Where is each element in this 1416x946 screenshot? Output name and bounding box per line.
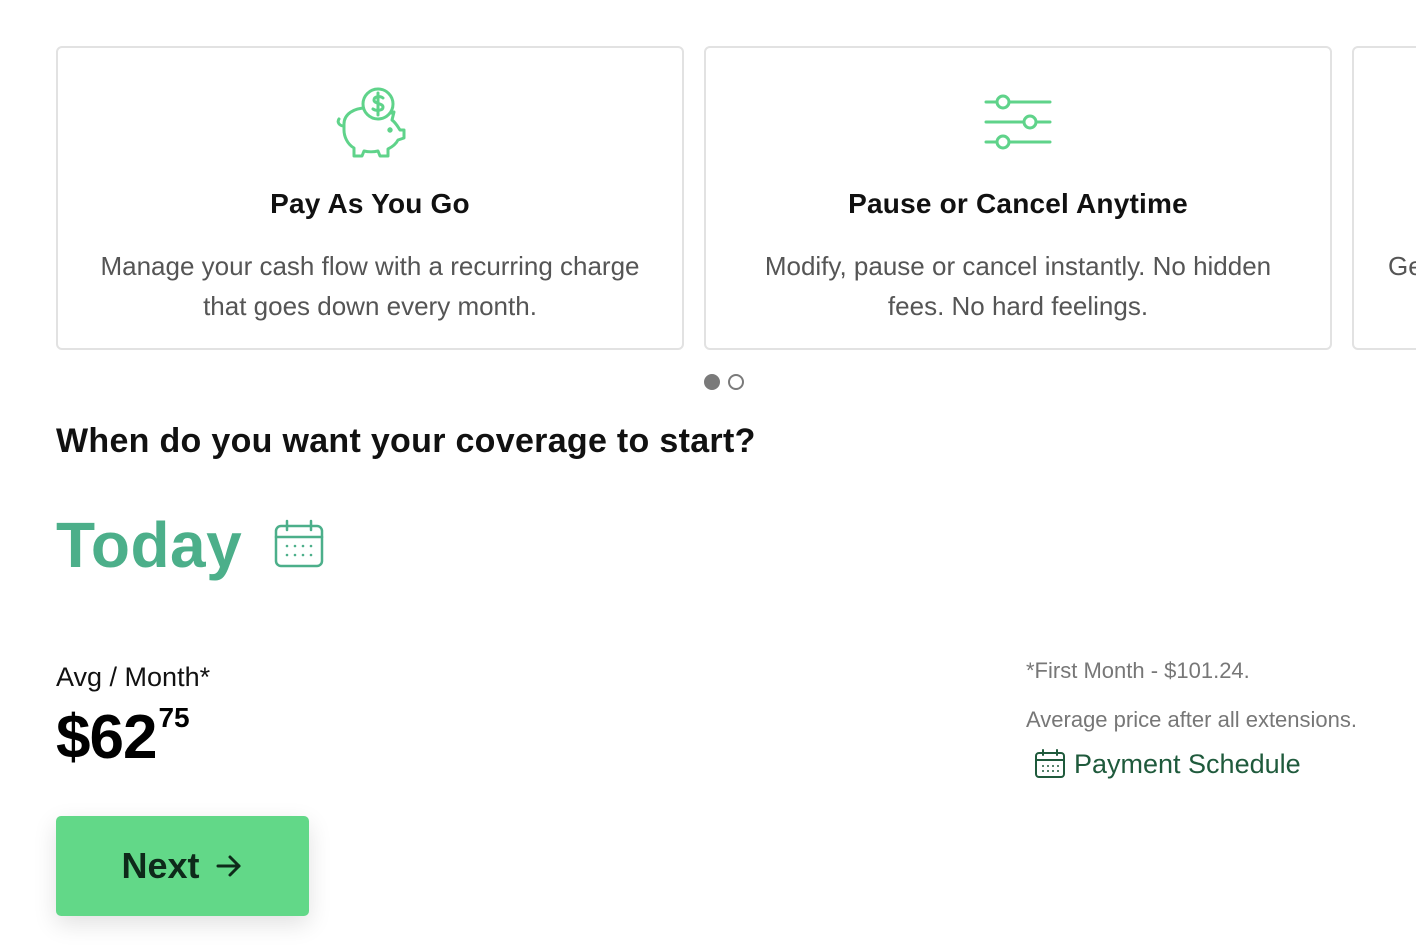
feature-card-partial: Ge (1352, 46, 1416, 350)
carousel-dot-1[interactable] (704, 374, 720, 390)
next-button-label: Next (121, 845, 200, 886)
feature-carousel[interactable]: Pay As You Go Manage your cash flow with… (0, 0, 1416, 360)
payment-schedule-label: Payment Schedule (1074, 748, 1301, 779)
feature-card-pause-cancel: Pause or Cancel Anytime Modify, pause or… (704, 46, 1332, 350)
arrow-right-icon (216, 855, 241, 877)
average-price-note: Average price after all extensions. (1026, 707, 1357, 732)
first-month-note: *First Month - $101.24. (1026, 658, 1250, 683)
start-date-picker[interactable]: Today (56, 508, 326, 582)
sliders-icon (984, 94, 1052, 150)
calendar-icon (1035, 749, 1065, 778)
piggy-bank-icon (336, 87, 406, 158)
card-description: Manage your cash flow with a recurring c… (100, 251, 640, 321)
card-description: Modify, pause or cancel instantly. No hi… (764, 251, 1272, 321)
price-dollars: $62 (56, 703, 157, 772)
monthly-price: $62 75 (56, 700, 190, 776)
carousel-pagination (704, 374, 744, 390)
calendar-icon[interactable] (272, 518, 326, 572)
carousel-dot-2[interactable] (728, 374, 744, 390)
avg-month-label: Avg / Month* (56, 662, 211, 692)
card-description: Ge (1388, 251, 1416, 281)
card-title: Pay As You Go (270, 188, 470, 219)
payment-schedule-link[interactable]: Payment Schedule (1034, 748, 1301, 780)
coverage-question: When do you want your coverage to start? (56, 422, 756, 460)
next-button[interactable]: Next (56, 816, 309, 916)
start-date-value[interactable]: Today (56, 508, 242, 582)
card-title: Pause or Cancel Anytime (848, 188, 1188, 219)
feature-card-pay-as-you-go: Pay As You Go Manage your cash flow with… (56, 46, 684, 350)
price-cents: 75 (158, 702, 190, 733)
